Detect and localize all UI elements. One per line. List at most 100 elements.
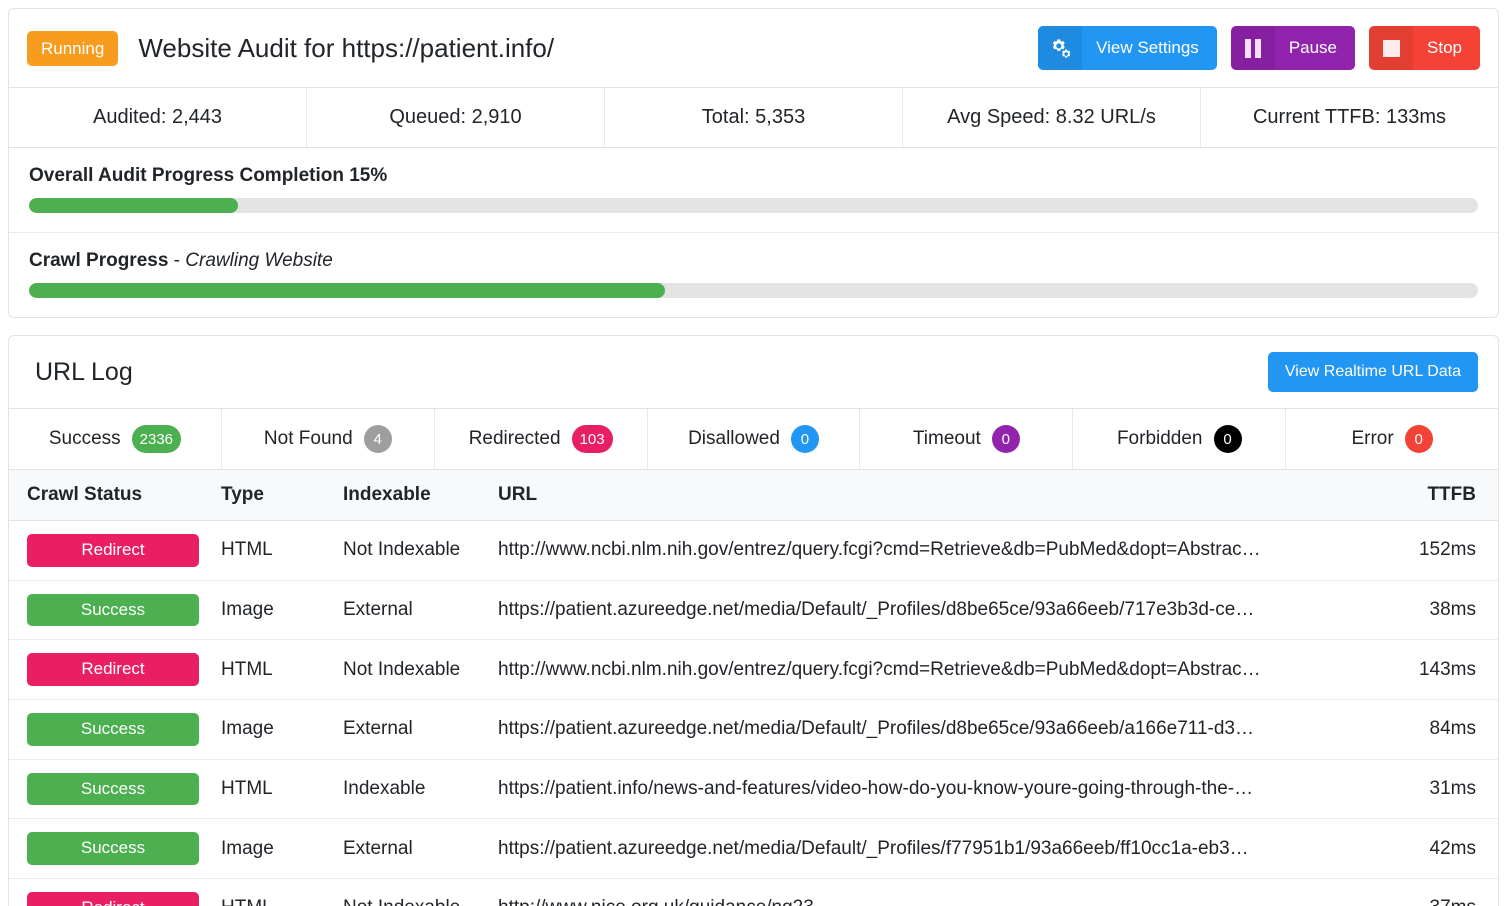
crawl-status-badge: Success — [27, 832, 199, 866]
view-settings-button[interactable]: View Settings — [1038, 26, 1217, 70]
table-header-row: Crawl Status Type Indexable URL TTFB — [9, 470, 1498, 521]
crawl-status-badge: Redirect — [27, 534, 199, 567]
cell-indexable: External — [343, 818, 498, 880]
cell-ttfb: 38ms — [1358, 580, 1498, 641]
cell-url[interactable]: https://patient.azureedge.net/media/Defa… — [498, 580, 1358, 641]
url-log-title: URL Log — [35, 357, 133, 386]
cell-ttfb: 152ms — [1358, 520, 1498, 581]
crawl-progress-label-dash: - — [168, 250, 186, 271]
url-log-table: Crawl Status Type Indexable URL TTFB Red… — [9, 470, 1498, 906]
status-pill-success: 2336 — [131, 425, 182, 453]
view-realtime-url-data-button[interactable]: View Realtime URL Data — [1267, 352, 1478, 392]
cell-indexable: Indexable — [343, 759, 498, 820]
cell-type: HTML — [221, 639, 343, 701]
audit-page: Running Website Audit for https://patien… — [0, 0, 1507, 906]
status-cell-error[interactable]: Error 0 — [1286, 409, 1498, 469]
status-pill-disallowed: 0 — [790, 425, 819, 453]
status-cell-success[interactable]: Success 2336 — [9, 409, 222, 469]
cogs-icon — [1038, 26, 1083, 70]
stat-total: Total: 5,353 — [605, 88, 903, 147]
table-row[interactable]: Redirect HTML Not Indexable http://www.ncbi… — [9, 639, 1498, 701]
cell-crawl-status: Redirect — [9, 878, 221, 906]
cell-indexable: Not Indexable — [343, 639, 498, 701]
stats-strip: Audited: 2,443 Queued: 2,910 Total: 5,35… — [9, 87, 1498, 148]
column-header-ttfb[interactable]: TTFB — [1358, 470, 1498, 521]
cell-ttfb: 42ms — [1358, 818, 1498, 880]
cell-crawl-status: Success — [9, 699, 221, 760]
pause-icon — [1230, 26, 1275, 70]
stop-button[interactable]: Stop — [1369, 26, 1480, 70]
cell-crawl-status: Redirect — [9, 520, 221, 581]
cell-type: Image — [221, 580, 343, 641]
pause-label: Pause — [1288, 38, 1338, 57]
status-pill-timeout: 0 — [991, 425, 1020, 453]
cell-url[interactable]: http://www.nice.org.uk/guidance/ng23 — [498, 878, 1358, 906]
cell-ttfb: 37ms — [1358, 878, 1498, 906]
table-row[interactable]: Success Image External https://patient.azur… — [9, 699, 1498, 760]
pause-button[interactable]: Pause — [1230, 26, 1356, 70]
table-row[interactable]: Success Image External https://patient.azur… — [9, 580, 1498, 641]
crawl-progress-label-state: Crawling Website — [185, 250, 333, 271]
url-log-card: URL Log View Realtime URL Data Success 2… — [8, 335, 1499, 906]
crawl-status-badge: Success — [27, 772, 199, 806]
status-label-forbidden: Forbidden — [1116, 428, 1203, 449]
stat-audited: Audited: 2,443 — [9, 88, 307, 147]
status-pill-forbidden: 0 — [1213, 425, 1242, 453]
cell-indexable: Not Indexable — [343, 520, 498, 581]
cell-crawl-status: Success — [9, 759, 221, 820]
crawl-status-badge: Success — [27, 713, 199, 746]
cell-type: HTML — [221, 878, 343, 906]
status-pill-error: 0 — [1404, 425, 1433, 453]
status-cell-timeout[interactable]: Timeout 0 — [860, 409, 1074, 469]
column-header-indexable[interactable]: Indexable — [343, 470, 498, 521]
crawl-status-badge: Success — [27, 593, 199, 627]
table-row[interactable]: Redirect HTML Not Indexable http://www.ncbi… — [9, 520, 1498, 581]
stop-icon — [1369, 26, 1414, 70]
table-row[interactable]: Success HTML Indexable https://patient.info… — [9, 759, 1498, 820]
cell-type: Image — [221, 699, 343, 760]
cell-indexable: External — [343, 580, 498, 641]
table-row[interactable]: Redirect HTMLNot Indexablehttp://www.nice… — [9, 878, 1498, 906]
status-label-timeout: Timeout — [912, 428, 981, 449]
cell-url[interactable]: http://www.ncbi.nlm.nih.gov/entrez/query… — [498, 520, 1358, 581]
cell-url[interactable]: https://patient.azureedge.net/media/Defa… — [498, 818, 1358, 880]
overall-progress-block: Overall Audit Progress Completion 15% — [9, 148, 1498, 232]
cell-type: HTML — [221, 520, 343, 581]
page-title: Website Audit for https://patient.info/ — [138, 32, 555, 63]
cell-crawl-status: Redirect — [9, 639, 221, 701]
view-settings-label: View Settings — [1096, 38, 1199, 57]
status-counts-strip: Success 2336 Not Found 4 Redirected 103 … — [9, 408, 1498, 470]
crawl-status-badge: Redirect — [27, 653, 199, 687]
url-log-table-head: Crawl Status Type Indexable URL TTFB — [9, 470, 1498, 521]
column-header-type[interactable]: Type — [221, 470, 343, 521]
stat-avg-speed: Avg Speed: 8.32 URL/s — [903, 88, 1201, 147]
overall-progress-track — [29, 198, 1478, 213]
status-label-not-found: Not Found — [263, 428, 353, 449]
column-header-crawl-status[interactable]: Crawl Status — [9, 470, 221, 521]
crawl-progress-fill — [29, 283, 666, 298]
cell-url[interactable]: http://www.ncbi.nlm.nih.gov/entrez/query… — [498, 639, 1358, 701]
url-log-table-body: Redirect HTML Not Indexable http://www.ncbi… — [9, 520, 1498, 906]
cell-ttfb: 31ms — [1358, 759, 1498, 820]
status-cell-not-found[interactable]: Not Found 4 — [222, 409, 435, 469]
status-label-disallowed: Disallowed — [688, 428, 780, 449]
cell-url[interactable]: https://patient.info/news-and-features/v… — [498, 759, 1358, 820]
column-header-url[interactable]: URL — [498, 470, 1358, 521]
stat-current-ttfb: Current TTFB: 133ms — [1252, 106, 1447, 128]
status-cell-disallowed[interactable]: Disallowed 0 — [648, 409, 861, 469]
status-pill-redirected: 103 — [571, 425, 613, 453]
stop-label: Stop — [1427, 38, 1462, 57]
cell-type: HTML — [221, 759, 343, 820]
table-row[interactable]: Success Image External https://patient.azur… — [9, 818, 1498, 880]
audit-header: Running Website Audit for https://patien… — [9, 9, 1498, 87]
crawl-status-badge: Redirect — [27, 892, 199, 906]
stat-queued: Queued: 2,910 — [307, 88, 605, 147]
cell-ttfb: 84ms — [1358, 699, 1498, 760]
crawl-progress-track — [29, 283, 1478, 298]
crawl-progress-label-main: Crawl Progress — [29, 250, 169, 271]
status-cell-forbidden[interactable]: Forbidden 0 — [1073, 409, 1287, 469]
status-cell-redirected[interactable]: Redirected 103 — [435, 409, 648, 469]
header-actions: View Settings Pause Stop — [1038, 26, 1480, 70]
cell-url[interactable]: https://patient.azureedge.net/media/Defa… — [498, 699, 1358, 760]
status-label-redirected: Redirected — [468, 428, 561, 449]
